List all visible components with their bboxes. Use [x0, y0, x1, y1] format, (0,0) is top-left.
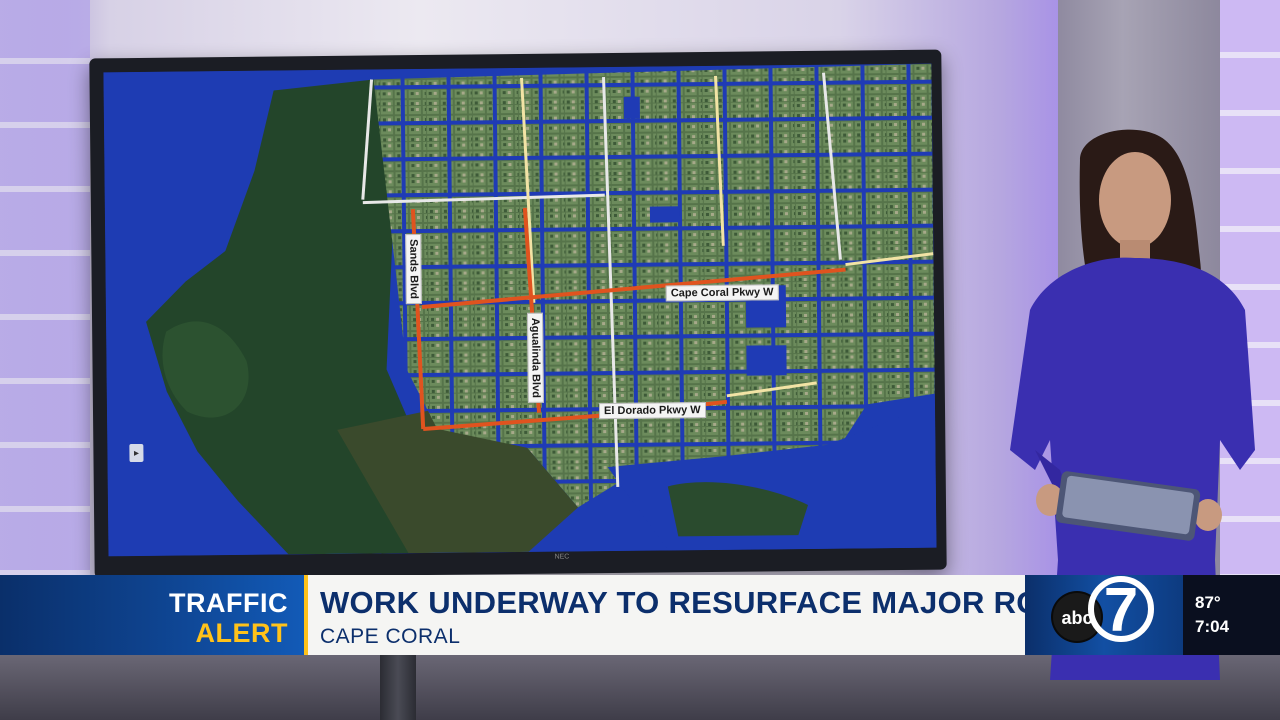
- clock-time: 7:04: [1195, 617, 1230, 636]
- abc7-logo-icon: abc 7: [1051, 576, 1154, 645]
- logo-number: 7: [1104, 576, 1138, 645]
- station-logo: abc 7: [1025, 575, 1183, 655]
- lower-third: TRAFFIC ALERT WORK UNDERWAY TO RESURFACE…: [0, 575, 1280, 655]
- road-label-cape-coral-pkwy: Cape Coral Pkwy W: [665, 284, 779, 302]
- weather-time-box: 87° 7:04: [1183, 575, 1280, 655]
- road-label-el-dorado-pkwy: El Dorado Pkwy W: [598, 402, 706, 420]
- map-screen: Sands Blvd Agualinda Blvd Cape Coral Pkw…: [103, 63, 937, 557]
- satellite-map: [103, 63, 937, 557]
- screen-arrow-icon[interactable]: ▸: [129, 443, 144, 463]
- traffic-label: TRAFFIC: [169, 588, 288, 618]
- monitor-brand: NEC: [554, 553, 570, 561]
- road-label-sands-blvd: Sands Blvd: [405, 234, 422, 305]
- alert-label: ALERT: [195, 618, 288, 648]
- headline: WORK UNDERWAY TO RESURFACE MAJOR ROADS: [320, 585, 1108, 620]
- temperature: 87°: [1195, 593, 1221, 612]
- location-subtitle: CAPE CORAL: [320, 625, 461, 648]
- abc-logo-text: abc: [1061, 608, 1092, 628]
- road-label-agualinda-blvd: Agualinda Blvd: [526, 312, 544, 403]
- display-monitor: Sands Blvd Agualinda Blvd Cape Coral Pkw…: [89, 49, 947, 579]
- headline-panel: WORK UNDERWAY TO RESURFACE MAJOR ROADS C…: [308, 575, 1107, 655]
- traffic-alert-badge: TRAFFIC ALERT: [0, 575, 308, 655]
